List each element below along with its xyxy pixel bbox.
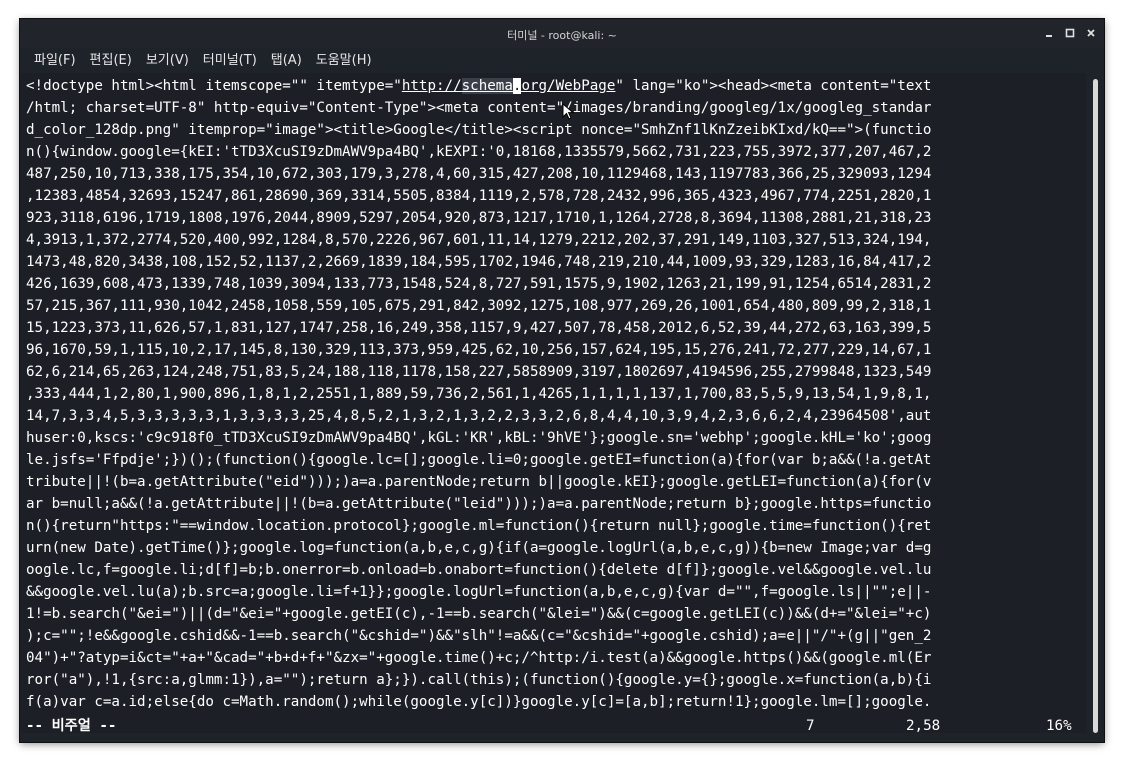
menu-bar: 파일(F) 편집(E) 보기(V) 터미널(T) 탭(A) 도움말(H) — [20, 48, 1104, 73]
title-bar[interactable]: 터미널 - root@kali: ~ — [20, 19, 1104, 48]
menu-help[interactable]: 도움말(H) — [310, 48, 380, 73]
maximize-button[interactable] — [1061, 24, 1079, 42]
scrollbar[interactable] — [1086, 73, 1104, 742]
terminal-line: f(a)var c=a.id;else{do c=Math.random();w… — [26, 694, 932, 710]
mouse-pointer-icon — [562, 103, 575, 120]
terminal-line: 923,3118,6196,1719,1808,1976,2044,8909,5… — [26, 210, 932, 226]
terminal-line: ar b=null;a&&(!a.getAttribute||!(b=a.get… — [26, 496, 932, 512]
url-link[interactable]: http://schema.org/WebPage — [401, 78, 616, 94]
menu-tabs[interactable]: 탭(A) — [265, 48, 310, 73]
terminal-line: ,333,444,1,2,80,1,900,896,1,8,1,2,2551,1… — [26, 386, 932, 402]
terminal-line: ,12383,4854,32693,15247,861,28690,369,33… — [26, 188, 932, 204]
terminal-line: /html; charset=UTF-8" http-equiv="Conten… — [26, 100, 932, 116]
scrollbar-thumb[interactable] — [1093, 79, 1098, 733]
terminal-line: 1!=b.search("&ei=")||(d="&ei="+google.ge… — [26, 606, 932, 622]
terminal-window: 터미널 - root@kali: ~ 파일(F) 편집(E) 보기(V) 터미널… — [20, 19, 1104, 742]
window-controls — [1040, 24, 1100, 42]
terminal-line: oogle.lc,f=google.li;d[f]=b;b.onerror=b.… — [26, 562, 932, 578]
scroll-percent: 16% — [1046, 718, 1072, 734]
terminal-line: 1473,48,820,3438,108,152,52,1137,2,2669,… — [26, 254, 932, 270]
menu-file[interactable]: 파일(F) — [28, 48, 84, 73]
terminal-line: d_color_128dp.png" itemprop="image"><tit… — [26, 122, 932, 138]
line-text: " lang="ko"><head><meta content="text — [615, 78, 932, 94]
terminal-output[interactable]: <!doctype html><html itemscope="" itemty… — [20, 73, 1086, 734]
terminal-line: 04")+"?atyp=i&ct="+a+"&cad="+b+d+f+"&zx=… — [26, 650, 932, 666]
terminal-line: 96,1670,59,1,115,10,2,17,145,8,130,329,1… — [26, 342, 932, 358]
maximize-icon — [1065, 28, 1075, 38]
menu-view[interactable]: 보기(V) — [140, 48, 197, 73]
minimize-icon — [1046, 35, 1052, 37]
line-text: <!doctype html><html itemscope="" itemty… — [26, 78, 402, 94]
terminal-line: 15,1223,373,11,626,57,1,831,127,1747,258… — [26, 320, 932, 336]
url-part: http:// — [401, 78, 462, 94]
close-button[interactable] — [1082, 24, 1100, 42]
menu-edit[interactable]: 편집(E) — [84, 48, 140, 73]
close-icon — [1087, 29, 1095, 37]
terminal-line: <!doctype html><html itemscope="" itemty… — [26, 75, 1086, 97]
terminal-line: ror("a"),!1,{src:a,glmm:1}),a="");return… — [26, 672, 932, 688]
terminal-line: huser:0,kscs:'c9c918f0_tTD3XcuSI9zDmAWV9… — [26, 430, 932, 446]
terminal-line: 426,1639,608,473,1339,748,1039,3094,133,… — [26, 276, 932, 292]
window-title: 터미널 - root@kali: ~ — [507, 29, 617, 42]
terminal-line: le.jsfs='Ffpdje';})();(function(){google… — [26, 452, 932, 468]
terminal-line: &&google.vel.lu(a);b.src=a;google.li=f+1… — [26, 584, 932, 600]
terminal-line: 4,3913,1,372,2774,520,400,992,1284,8,570… — [26, 232, 932, 248]
terminal-line: 14,7,3,3,4,5,3,3,3,3,3,1,3,3,3,3,25,4,8,… — [26, 408, 932, 424]
vim-status-line: -- 비주얼 -- 7 2,58 16% — [26, 715, 1086, 737]
mode-indicator: -- 비주얼 -- — [26, 718, 117, 734]
visual-selection: schema — [461, 78, 513, 94]
terminal-line: 487,250,10,713,338,175,354,10,672,303,17… — [26, 166, 932, 182]
terminal-text: <!doctype html><html itemscope="" itemty… — [26, 75, 1086, 713]
terminal-line: n(){window.google={kEI:'tTD3XcuSI9zDmAWV… — [26, 144, 932, 160]
terminal-line: );c="";!e&&google.cshid&&-1==b.search("&… — [26, 628, 932, 644]
terminal-line: n(){return"https:"==window.location.prot… — [26, 518, 932, 534]
terminal-line: urn(new Date).getTime()};google.log=func… — [26, 540, 932, 556]
terminal-line: tribute||!(b=a.getAttribute("eid")));)a=… — [26, 474, 932, 490]
terminal-line: 62,6,214,65,263,124,248,751,83,5,24,188,… — [26, 364, 932, 380]
minimize-button[interactable] — [1040, 24, 1058, 42]
url-part: org/WebPage — [521, 78, 616, 94]
menu-terminal[interactable]: 터미널(T) — [197, 48, 265, 73]
terminal-line: 57,215,367,111,930,1042,2458,1058,559,10… — [26, 298, 932, 314]
cursor-position: 2,58 — [906, 718, 941, 734]
selection-count: 7 — [806, 718, 815, 734]
